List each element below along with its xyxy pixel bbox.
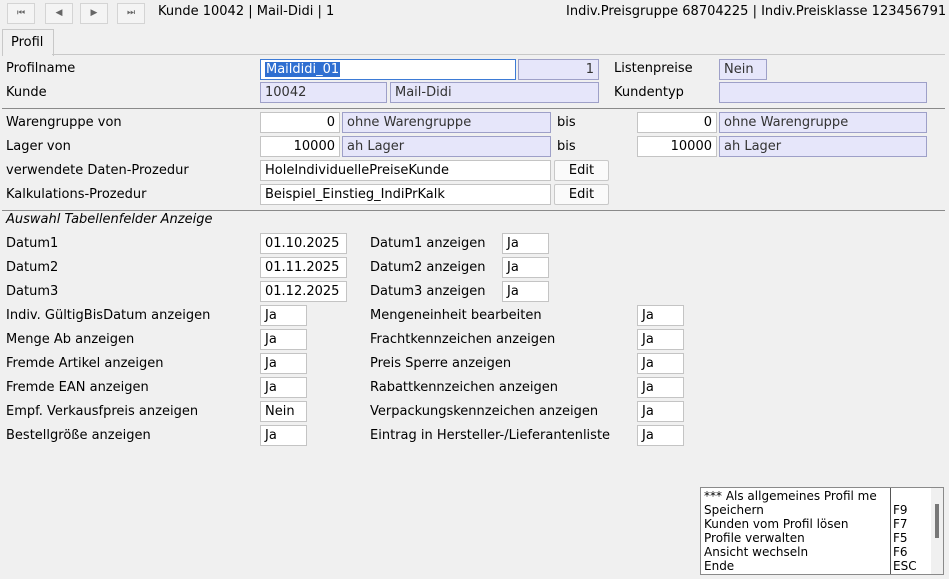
lager-von-input[interactable]: 10000: [260, 136, 340, 157]
scrollbar-thumb[interactable]: [935, 504, 939, 538]
daten-edit-button[interactable]: Edit: [554, 160, 609, 181]
option-field[interactable]: Ja: [260, 305, 307, 326]
datum3-anzeigen-field[interactable]: Ja: [502, 281, 549, 302]
option-label: Frachtkennzeichen anzeigen: [370, 332, 556, 347]
menu-item[interactable]: Speichern: [704, 503, 764, 517]
option-field[interactable]: Ja: [637, 305, 684, 326]
option-label: Mengeneinheit bearbeiten: [370, 308, 542, 323]
option-label: Empf. Verkausfpreis anzeigen: [6, 404, 199, 419]
datum3-input[interactable]: 01.12.2025: [260, 281, 347, 302]
kunde-name-field: Mail-Didi: [390, 82, 599, 103]
tab-line: [52, 54, 945, 55]
profil-number-field: 1: [518, 59, 599, 80]
daten-prozedur-label: verwendete Daten-Prozedur: [6, 163, 189, 178]
preisgruppe-info: Indiv.Preisgruppe 68704225 | Indiv.Preis…: [566, 4, 947, 19]
divider: [2, 108, 945, 109]
option-label: Fremde Artikel anzeigen: [6, 356, 164, 371]
menu-key: F6: [893, 545, 908, 559]
kalkulations-prozedur-label: Kalkulations-Prozedur: [6, 187, 147, 202]
option-field[interactable]: Nein: [260, 401, 307, 422]
option-label: Bestellgröße anzeigen: [6, 428, 151, 443]
next-record-button[interactable]: ▶: [80, 3, 108, 24]
prev-record-button[interactable]: ◀: [45, 3, 73, 24]
lager-bis-name: ah Lager: [719, 136, 927, 157]
datum2-anzeigen-field[interactable]: Ja: [502, 257, 549, 278]
datum3-anzeigen-label: Datum3 anzeigen: [370, 284, 486, 299]
lager-bis-input[interactable]: 10000: [637, 136, 717, 157]
option-label: Fremde EAN anzeigen: [6, 380, 149, 395]
datum2-anzeigen-label: Datum2 anzeigen: [370, 260, 486, 275]
option-field[interactable]: Ja: [637, 353, 684, 374]
option-label: Preis Sperre anzeigen: [370, 356, 512, 371]
warengruppe-von-input[interactable]: 0: [260, 112, 340, 133]
warengruppe-label: Warengruppe von: [6, 115, 122, 130]
kunde-label: Kunde: [6, 85, 47, 100]
menu-item[interactable]: Kunden vom Profil lösen: [704, 517, 849, 531]
kundentyp-field[interactable]: [719, 82, 927, 103]
menu-key: F7: [893, 517, 908, 531]
option-label: Rabattkennzeichen anzeigen: [370, 380, 558, 395]
tab-profil[interactable]: Profil: [2, 29, 54, 56]
action-menu[interactable]: *** Als allgemeines Profil me Speichern …: [700, 487, 944, 575]
menu-key: F5: [893, 531, 908, 545]
option-field[interactable]: Ja: [637, 401, 684, 422]
datum1-input[interactable]: 01.10.2025: [260, 233, 347, 254]
kalkulations-prozedur-input[interactable]: Beispiel_Einstieg_IndiPrKalk: [260, 184, 551, 205]
next-icon: ▶: [90, 8, 98, 18]
option-label: Menge Ab anzeigen: [6, 332, 135, 347]
tab-profil-label: Profil: [11, 35, 44, 50]
kunde-number-field: 10042: [260, 82, 387, 103]
warengruppe-bis-input[interactable]: 0: [637, 112, 717, 133]
prev-icon: ◀: [55, 8, 63, 18]
last-icon: ⏭: [126, 8, 136, 18]
menu-key: ESC: [893, 559, 917, 573]
option-field[interactable]: Ja: [260, 377, 307, 398]
datum2-label: Datum2: [6, 260, 59, 275]
datum1-anzeigen-label: Datum1 anzeigen: [370, 236, 486, 251]
option-field[interactable]: Ja: [260, 353, 307, 374]
record-title: Kunde 10042 | Mail-Didi | 1: [158, 4, 335, 19]
menu-item[interactable]: Ansicht wechseln: [704, 545, 808, 559]
option-label: Verpackungskennzeichen anzeigen: [370, 404, 599, 419]
last-record-button[interactable]: ⏭: [117, 3, 145, 24]
warengruppe-bis-name: ohne Warengruppe: [719, 112, 927, 133]
first-icon: ⏮: [16, 8, 26, 18]
kalk-edit-button[interactable]: Edit: [554, 184, 609, 205]
first-record-button[interactable]: ⏮: [7, 3, 35, 24]
datum3-label: Datum3: [6, 284, 59, 299]
section-title: Auswahl Tabellenfelder Anzeige: [6, 212, 213, 227]
menu-item[interactable]: *** Als allgemeines Profil me: [704, 489, 877, 503]
option-label: Eintrag in Hersteller-/Lieferantenliste: [370, 428, 611, 443]
profilname-input[interactable]: Maildidi_01: [260, 59, 516, 80]
datum1-anzeigen-field[interactable]: Ja: [502, 233, 549, 254]
menu-key: F9: [893, 503, 908, 517]
profilname-label: Profilname: [6, 61, 76, 76]
menu-item[interactable]: Profile verwalten: [704, 531, 805, 545]
lager-von-name: ah Lager: [342, 136, 551, 157]
daten-prozedur-input[interactable]: HoleIndividuellePreiseKunde: [260, 160, 551, 181]
option-field[interactable]: Ja: [260, 425, 307, 446]
option-field[interactable]: Ja: [637, 425, 684, 446]
divider: [2, 210, 945, 211]
menu-item[interactable]: Ende: [704, 559, 734, 573]
listenpreise-label: Listenpreise: [614, 61, 693, 76]
option-field[interactable]: Ja: [637, 377, 684, 398]
option-label: Indiv. GültigBisDatum anzeigen: [6, 308, 211, 323]
warengruppe-von-name: ohne Warengruppe: [342, 112, 551, 133]
profilname-value: Maildidi_01: [265, 62, 341, 77]
datum1-label: Datum1: [6, 236, 59, 251]
option-field[interactable]: Ja: [260, 329, 307, 350]
menu-divider: [890, 488, 891, 574]
lager-label: Lager von: [6, 139, 71, 154]
menu-scrollbar[interactable]: [931, 488, 943, 574]
datum2-input[interactable]: 01.11.2025: [260, 257, 347, 278]
lager-bis-label: bis: [557, 139, 576, 154]
option-field[interactable]: Ja: [637, 329, 684, 350]
warengruppe-bis-label: bis: [557, 115, 576, 130]
listenpreise-field[interactable]: Nein: [719, 59, 767, 80]
kundentyp-label: Kundentyp: [614, 85, 684, 100]
